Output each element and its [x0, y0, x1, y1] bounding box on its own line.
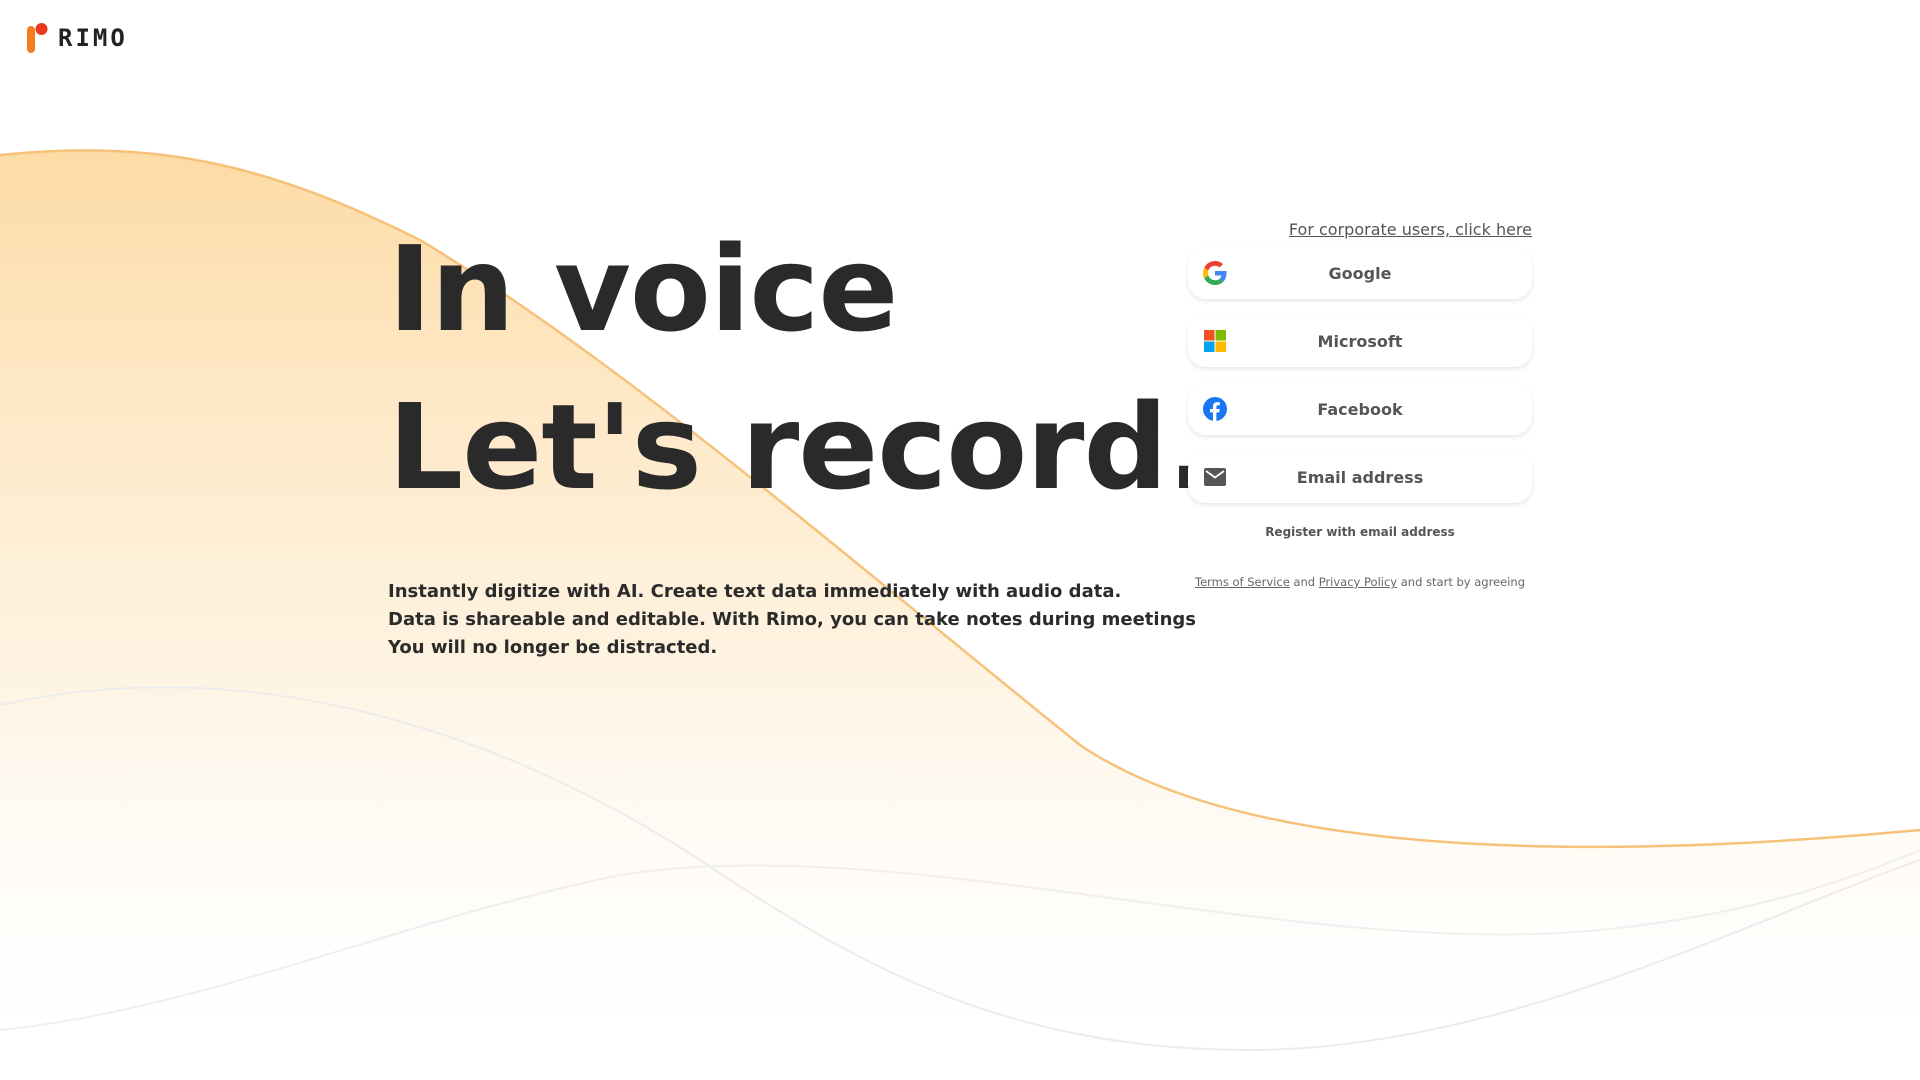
facebook-login-label: Facebook — [1317, 399, 1403, 419]
login-panel: For corporate users, click here Google M… — [1188, 220, 1532, 589]
rimo-logo-icon — [27, 23, 48, 53]
facebook-login-button[interactable]: Facebook — [1188, 383, 1532, 435]
headline-line-1: In voice — [388, 220, 898, 358]
envelope-icon — [1202, 464, 1228, 490]
login-page: RIMO In voice Let's record. Instantly di… — [0, 0, 1920, 1080]
email-login-button[interactable]: Email address — [1188, 451, 1532, 503]
desc-line-2: Data is shareable and editable. With Rim… — [388, 609, 1196, 630]
terms-and-text: and — [1289, 575, 1319, 589]
headline-line-2: Let's record. — [388, 378, 1212, 516]
hero-headline: In voice Let's record. — [388, 210, 1212, 526]
logo-wordmark: RIMO — [58, 24, 128, 52]
microsoft-login-label: Microsoft — [1317, 331, 1403, 351]
register-email-link[interactable]: Register with email address — [1188, 525, 1532, 539]
terms-of-service-link[interactable]: Terms of Service — [1195, 575, 1290, 589]
google-login-button[interactable]: Google — [1188, 247, 1532, 299]
desc-line-1: Instantly digitize with AI. Create text … — [388, 581, 1122, 602]
hero-section: In voice Let's record. Instantly digitiz… — [388, 210, 1212, 662]
email-login-label: Email address — [1296, 467, 1424, 487]
corporate-users-link[interactable]: For corporate users, click here — [1188, 220, 1532, 239]
desc-line-3: You will no longer be distracted. — [388, 637, 718, 658]
google-login-label: Google — [1328, 263, 1392, 283]
facebook-icon — [1202, 396, 1228, 422]
privacy-policy-link[interactable]: Privacy Policy — [1319, 575, 1397, 589]
rimo-logo[interactable]: RIMO — [26, 22, 128, 54]
google-icon — [1202, 260, 1228, 286]
terms-agree-text: and start by agreeing — [1397, 575, 1525, 589]
hero-description: Instantly digitize with AI. Create text … — [388, 578, 1211, 662]
terms-notice: Terms of Service and Privacy Policy and … — [1188, 575, 1532, 589]
microsoft-icon — [1202, 328, 1228, 354]
microsoft-login-button[interactable]: Microsoft — [1188, 315, 1532, 367]
